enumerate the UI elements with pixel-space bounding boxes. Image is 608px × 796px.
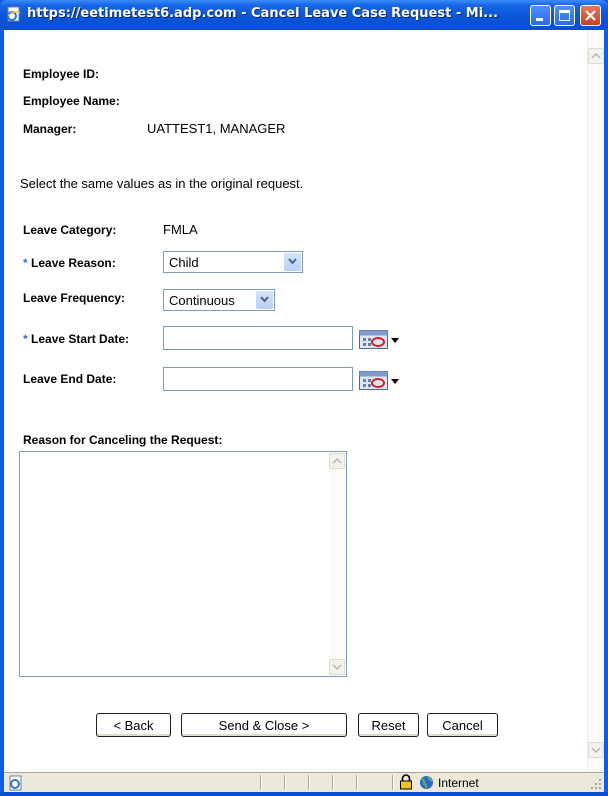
leave-end-label: Leave End Date: [23, 372, 117, 386]
chevron-down-icon [332, 664, 342, 671]
leave-category-value: FMLA [163, 222, 198, 237]
minimize-icon [536, 18, 543, 21]
leave-start-label: * Leave Start Date: [23, 332, 129, 346]
status-divider [284, 775, 285, 790]
status-bar: Internet [4, 772, 604, 792]
ie-page-icon [9, 775, 22, 791]
leave-reason-label: * Leave Reason: [23, 256, 116, 270]
chevron-down-icon [591, 747, 601, 754]
page-scrollbar[interactable] [587, 30, 604, 772]
leave-end-date-input[interactable] [163, 367, 353, 391]
calendar-icon[interactable] [359, 369, 401, 393]
required-asterisk: * [23, 256, 28, 270]
employee-name-label: Employee Name: [23, 94, 120, 108]
instruction-text: Select the same values as in the origina… [20, 176, 304, 191]
manager-value: UATTEST1, MANAGER [147, 121, 286, 136]
textarea-scrollbar[interactable] [329, 452, 346, 676]
status-divider [392, 775, 393, 790]
chevron-up-icon [591, 52, 601, 59]
status-divider [260, 775, 261, 790]
page-scroll-up-button[interactable] [588, 48, 604, 64]
globe-icon [420, 776, 433, 789]
title-bar[interactable]: https://eetimetest6.adp.com - Cancel Lea… [0, 0, 608, 30]
leave-reason-select[interactable]: Child [163, 251, 303, 273]
page-scroll-down-button[interactable] [588, 742, 604, 758]
minimize-button[interactable] [530, 5, 551, 26]
ie-page-icon [7, 6, 21, 22]
manager-label: Manager: [23, 122, 77, 136]
chevron-up-icon [332, 457, 342, 464]
lock-icon[interactable] [399, 774, 413, 790]
security-zone-label: Internet [438, 776, 479, 790]
window-title: https://eetimetest6.adp.com - Cancel Lea… [27, 6, 498, 21]
leave-reason-label-text: Leave Reason: [31, 256, 116, 270]
back-button[interactable]: < Back [96, 713, 171, 737]
status-divider [356, 775, 357, 790]
resize-grip-icon[interactable] [590, 778, 602, 790]
required-asterisk: * [23, 332, 28, 346]
reset-button[interactable]: Reset [358, 713, 419, 737]
chevron-down-icon[interactable] [284, 253, 301, 271]
browser-popup-window: https://eetimetest6.adp.com - Cancel Lea… [0, 0, 608, 796]
status-divider [308, 775, 309, 790]
cancel-reason-textarea[interactable] [19, 451, 347, 677]
maximize-button[interactable] [554, 5, 575, 26]
leave-reason-selected: Child [169, 255, 199, 270]
chevron-down-icon[interactable] [256, 291, 273, 309]
employee-id-label: Employee ID: [23, 67, 100, 81]
calendar-icon[interactable] [359, 328, 401, 352]
close-button[interactable] [580, 5, 601, 26]
close-icon [585, 10, 596, 21]
maximize-icon [559, 10, 570, 21]
window-bottom-border [0, 792, 608, 796]
send-close-button[interactable]: Send & Close > [181, 713, 347, 737]
cancel-button[interactable]: Cancel [427, 713, 498, 737]
leave-frequency-selected: Continuous [169, 293, 235, 308]
cancel-reason-label: Reason for Canceling the Request: [23, 433, 223, 447]
scroll-up-button[interactable] [329, 453, 345, 469]
scroll-down-button[interactable] [329, 659, 345, 675]
leave-start-label-text: Leave Start Date: [31, 332, 130, 346]
leave-start-date-input[interactable] [163, 326, 353, 350]
leave-frequency-select[interactable]: Continuous [163, 289, 275, 311]
status-divider [332, 775, 333, 790]
leave-frequency-label: Leave Frequency: [23, 291, 126, 305]
leave-category-label: Leave Category: [23, 223, 117, 237]
